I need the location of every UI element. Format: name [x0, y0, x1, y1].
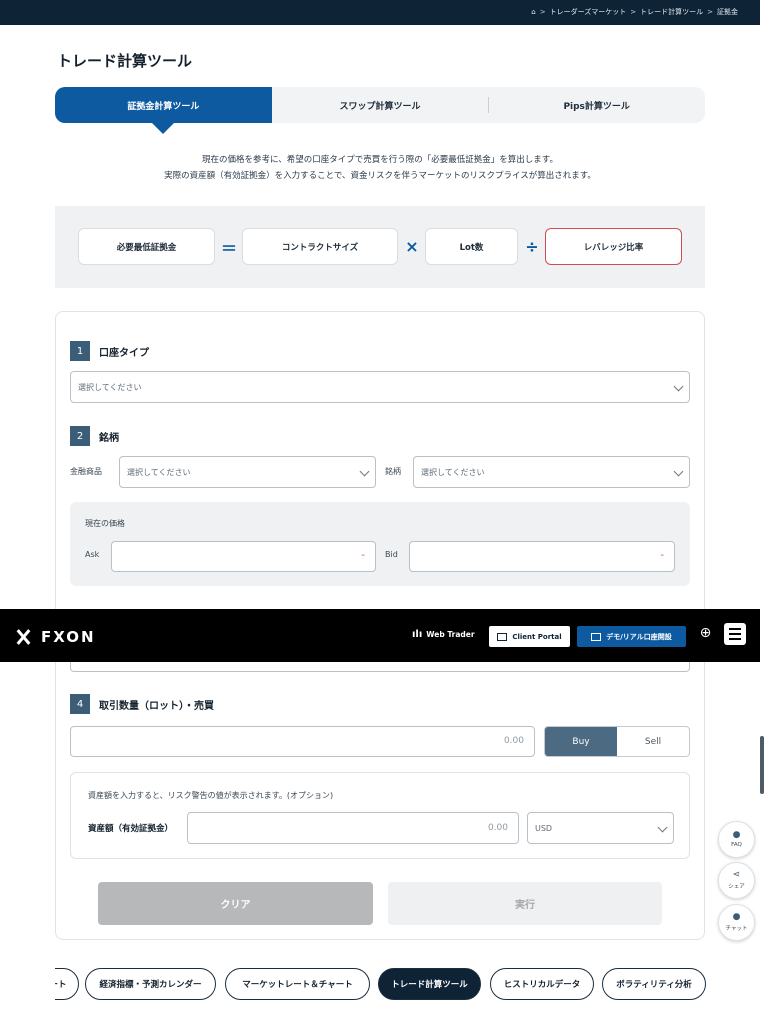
chevron-down-icon	[673, 466, 684, 477]
current-price-label: 現在の価格	[85, 519, 125, 528]
tab-pips-calculator[interactable]: Pips計算ツール	[488, 87, 705, 123]
page-title: トレード計算ツール	[57, 52, 193, 70]
logo-mark-icon	[14, 629, 34, 645]
symbol-label: 銘柄	[385, 467, 401, 476]
formula-required-margin: 必要最低証拠金	[78, 228, 215, 265]
faq-icon: ●	[732, 830, 741, 840]
nav-pill-chart[interactable]: ート	[55, 968, 79, 1000]
equals-icon: ＝	[220, 238, 237, 258]
tab-margin-calculator[interactable]: 証拠金計算ツール	[55, 87, 272, 134]
chevron-down-icon	[673, 381, 684, 392]
faq-button[interactable]: ● FAQ	[718, 821, 755, 858]
scrollbar-thumb[interactable]	[760, 736, 764, 794]
fxon-logo[interactable]: FXON	[14, 628, 96, 646]
share-button[interactable]: ⋖ シェア	[718, 862, 755, 899]
tab-swap-calculator[interactable]: スワップ計算ツール	[272, 87, 489, 123]
buy-sell-toggle: Buy Sell	[544, 726, 690, 757]
nav-pill-historical[interactable]: ヒストリカルデータ	[490, 968, 594, 1000]
ask-price-field: -	[111, 541, 376, 572]
home-icon[interactable]: ⌂	[531, 8, 535, 16]
divide-icon: ÷	[525, 237, 539, 256]
asset-note: 資産額を入力すると、リスク警告の値が表示されます。(オプション)	[88, 791, 334, 800]
step-title: 銘柄	[99, 432, 119, 444]
chevron-down-icon	[657, 822, 668, 833]
nav-pill-calendar[interactable]: 経済指標・予測カレンダー	[85, 968, 216, 1000]
sell-button[interactable]: Sell	[617, 727, 689, 756]
clear-button[interactable]: クリア	[98, 882, 373, 925]
language-globe-icon[interactable]: ⊕	[697, 625, 714, 642]
chat-icon: ●	[732, 912, 741, 922]
bid-price-field: -	[409, 541, 675, 572]
share-icon: ⋖	[732, 870, 741, 880]
client-portal-button[interactable]: Client Portal	[489, 626, 570, 647]
step-number: 4	[70, 694, 90, 714]
step-title: 取引数量（ロット）・売買	[99, 700, 214, 712]
open-account-button[interactable]: デモ/リアル口座開設	[577, 626, 686, 647]
ask-label: Ask	[85, 550, 100, 559]
top-strip: ⌂ > トレーダーズマーケット > トレード計算ツール > 証拠金	[0, 0, 760, 25]
formula-lot: Lot数	[425, 228, 518, 265]
step-number: 2	[70, 426, 90, 446]
breadcrumb: ⌂ > トレーダーズマーケット > トレード計算ツール > 証拠金	[531, 7, 738, 17]
symbol-select[interactable]: 選択してください	[413, 456, 690, 488]
hamburger-menu-button[interactable]	[724, 623, 746, 645]
chart-icon: ılı	[412, 629, 423, 640]
breadcrumb-item-current: 証拠金	[717, 8, 738, 16]
multiply-icon: ×	[405, 237, 419, 256]
asset-amount-input[interactable]: 0.00	[187, 812, 519, 844]
calculator-tabs: 証拠金計算ツール スワップ計算ツール Pips計算ツール	[55, 87, 705, 134]
tab-divider	[488, 97, 489, 113]
breadcrumb-item-market[interactable]: トレーダーズマーケット	[550, 7, 627, 17]
nav-pill-volatility[interactable]: ボラティリティ分析	[602, 968, 706, 1000]
chevron-down-icon	[359, 466, 370, 477]
portal-icon	[497, 632, 508, 641]
step-1-header: 1 口座タイプ	[70, 341, 149, 361]
product-label: 金融商品	[70, 467, 102, 476]
step-title: 口座タイプ	[99, 347, 149, 359]
site-navbar: FXON ılı Web Trader Client Portal デモ/リアル…	[0, 609, 760, 662]
step-number: 1	[70, 341, 90, 361]
formula-leverage: レバレッジ比率	[545, 228, 682, 265]
breadcrumb-item-tools[interactable]: トレード計算ツール	[640, 7, 703, 17]
formula-contract-size: コントラクトサイズ	[242, 228, 398, 265]
margin-formula: 必要最低証拠金 ＝ コントラクトサイズ × Lot数 ÷ レバレッジ比率	[55, 206, 705, 288]
nav-pill-market-rate[interactable]: マーケットレート＆チャート	[225, 968, 370, 1000]
bid-label: Bid	[385, 550, 398, 559]
product-select[interactable]: 選択してください	[119, 456, 376, 488]
currency-select[interactable]: USD	[527, 812, 674, 844]
step-4-header: 4 取引数量（ロット）・売買	[70, 694, 214, 714]
monitor-icon	[591, 632, 602, 641]
lot-quantity-input[interactable]: 0.00	[70, 726, 535, 757]
chat-button[interactable]: ● チャット	[718, 904, 755, 941]
bottom-nav: ート 経済指標・予測カレンダー マーケットレート＆チャート トレード計算ツール …	[55, 968, 706, 1000]
step-2-header: 2 銘柄	[70, 426, 119, 446]
intro-text: 現在の価格を参考に、希望の口座タイプで売買を行う際の「必要最低証拠金」を算出しま…	[164, 155, 596, 181]
account-type-select[interactable]: 選択してください	[70, 371, 690, 403]
asset-label: 資産額（有効証拠金）	[88, 824, 174, 834]
execute-button[interactable]: 実行	[388, 882, 662, 925]
buy-button[interactable]: Buy	[545, 727, 617, 756]
web-trader-link[interactable]: ılı Web Trader	[412, 629, 475, 640]
nav-pill-trade-tools[interactable]: トレード計算ツール	[378, 968, 481, 1000]
